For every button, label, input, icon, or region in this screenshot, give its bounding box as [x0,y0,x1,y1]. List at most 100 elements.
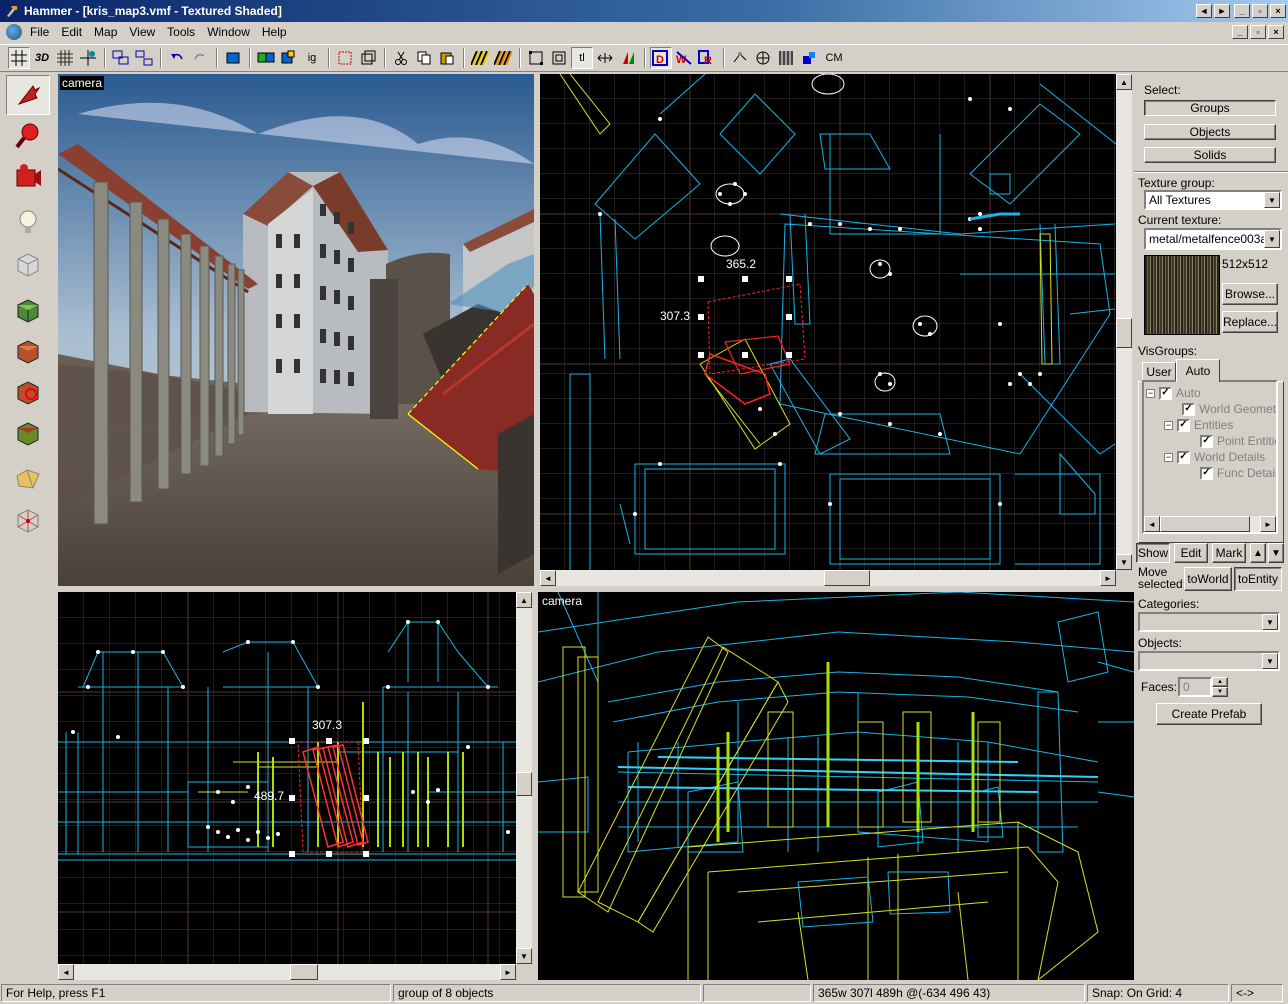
vscroll-thumb[interactable] [516,772,532,796]
apply-decal-tool[interactable] [6,331,50,371]
scale-texture-lock-icon[interactable] [357,47,379,69]
flip-horizontal-icon[interactable] [594,47,616,69]
texture-group-select[interactable]: All Textures ▼ [1144,190,1282,210]
visgroup-tree[interactable]: − ✓ Auto ✓ World Geometry − ✓ Entities ✓ Point… [1142,380,1278,534]
magnify-tool[interactable] [6,116,50,156]
tab-auto[interactable]: Auto [1176,359,1220,382]
current-texture-select[interactable]: metal/metalfence003a ▼ [1144,228,1282,250]
apply-overlay-tool[interactable] [6,372,50,412]
menu-window[interactable]: Window [201,25,256,39]
close-button[interactable]: × [1270,4,1286,18]
toggle-3d-grid-button[interactable]: 3D [31,47,53,69]
grid-sphere-icon[interactable] [752,47,774,69]
scroll-up-icon[interactable]: ▲ [516,592,532,608]
select-groups-button[interactable]: Groups [1144,100,1276,116]
scroll-up-icon[interactable]: ▲ [1116,74,1132,90]
select-box-icon[interactable] [525,47,547,69]
top-view-hscroll[interactable]: ◄ ► [540,570,1116,586]
group-icon[interactable] [110,47,132,69]
camera-viewport-textured[interactable]: camera [58,74,534,586]
block-tool[interactable] [6,244,50,284]
checkbox-checked-icon[interactable]: ✓ [1177,418,1190,432]
categories-select[interactable]: ▼ [1138,612,1280,632]
replace-button[interactable]: Replace... [1222,311,1278,333]
selection-yellow-icon[interactable] [469,47,491,69]
camera-viewport-wireframe[interactable]: camera [538,592,1134,980]
texture-lock-tl-button[interactable]: tl [571,47,593,69]
scroll-right-icon[interactable]: ► [1260,516,1276,532]
tab-user[interactable]: User [1142,362,1176,382]
checkbox-checked-icon[interactable]: ✓ [1159,386,1172,400]
wireframe-icon[interactable] [775,47,797,69]
hscroll-thumb[interactable] [1160,516,1250,532]
move-down-button[interactable]: ▼ [1268,543,1284,563]
tree-node-world-geometry[interactable]: ✓ World Geometry [1182,402,1276,416]
undo-icon[interactable] [166,47,188,69]
draw-helper-r-icon[interactable]: R [696,47,718,69]
checkbox-checked-icon[interactable]: ✓ [1182,402,1195,416]
faces-spin-down[interactable]: ▼ [1212,687,1228,697]
checkbox-checked-icon[interactable]: ✓ [1200,466,1213,480]
menu-file[interactable]: File [24,25,55,39]
tree-node-entities[interactable]: − ✓ Entities [1164,418,1233,432]
checkbox-checked-icon[interactable]: ✓ [1177,450,1190,464]
flip-vertical-icon[interactable] [617,47,639,69]
top-view-2d[interactable]: 365.2 307.3 [540,74,1116,570]
texture-lock-icon[interactable] [334,47,356,69]
apply-texture-tool[interactable] [6,290,50,330]
cut-icon[interactable] [390,47,412,69]
hammer-app-icon[interactable] [4,3,20,19]
restore-button[interactable]: ▫ [1252,4,1268,18]
ignore-groups-button[interactable]: ig [301,47,323,69]
scroll-left-icon[interactable]: ◄ [58,964,74,980]
select-objects-button[interactable]: Objects [1144,124,1276,140]
entity-tool[interactable] [6,203,50,243]
selection-red-icon[interactable] [492,47,514,69]
menu-tools[interactable]: Tools [161,25,201,39]
scroll-right-icon[interactable]: ► [500,964,516,980]
faces-spin-up[interactable]: ▲ [1212,677,1228,687]
to-entity-button[interactable]: toEntity [1234,567,1282,591]
tree-node-world-details[interactable]: − ✓ World Details [1164,450,1265,464]
edit-button[interactable]: Edit [1174,543,1208,563]
scroll-right-icon[interactable]: ► [1100,570,1116,586]
hide-unselected-icon[interactable] [278,47,300,69]
scroll-down-icon[interactable]: ▼ [1116,554,1132,570]
collapse-icon[interactable]: − [1146,388,1155,398]
toggle-grid-icon[interactable] [8,47,30,69]
collapse-icon[interactable]: − [1164,420,1173,430]
tree-node-func-details[interactable]: ✓ Func Details [1200,466,1276,480]
scroll-right-icon[interactable]: ► [1214,4,1230,18]
side-view-hscroll[interactable]: ◄ ► [58,964,516,980]
cordon-icon[interactable] [729,47,751,69]
document-icon[interactable] [6,24,22,40]
texture-browser-icon[interactable] [798,47,820,69]
menu-edit[interactable]: Edit [55,25,88,39]
vertex-tool[interactable] [6,459,50,499]
selection-tool[interactable] [6,75,50,115]
menu-view[interactable]: View [123,25,161,39]
ungroup-icon[interactable] [133,47,155,69]
tree-node-auto[interactable]: − ✓ Auto [1146,386,1201,400]
top-view-vscroll[interactable]: ▲ ▼ [1116,74,1132,570]
path-tool[interactable] [6,500,50,540]
draw-helper-d-icon[interactable]: D [650,47,672,69]
larger-grid-icon[interactable] [77,47,99,69]
mdi-restore-button[interactable]: ▫ [1250,25,1266,39]
scroll-left-icon[interactable]: ◄ [1196,4,1212,18]
texture-preview[interactable] [1144,255,1220,335]
menu-help[interactable]: Help [256,25,293,39]
select-solids-button[interactable]: Solids [1144,147,1276,163]
smaller-grid-icon[interactable] [54,47,76,69]
to-world-button[interactable]: toWorld [1184,567,1232,591]
tree-node-point-entities[interactable]: ✓ Point Entities [1200,434,1276,448]
cm-button[interactable]: CM [821,47,847,69]
checkbox-checked-icon[interactable]: ✓ [1200,434,1213,448]
scroll-left-icon[interactable]: ◄ [540,570,556,586]
hscroll-thumb[interactable] [824,570,870,586]
paste-icon[interactable] [436,47,458,69]
tree-hscroll[interactable]: ◄ ► [1144,516,1276,532]
texture-box-icon[interactable] [548,47,570,69]
show-button[interactable]: Show [1136,543,1170,563]
vscroll-thumb[interactable] [1116,318,1132,348]
